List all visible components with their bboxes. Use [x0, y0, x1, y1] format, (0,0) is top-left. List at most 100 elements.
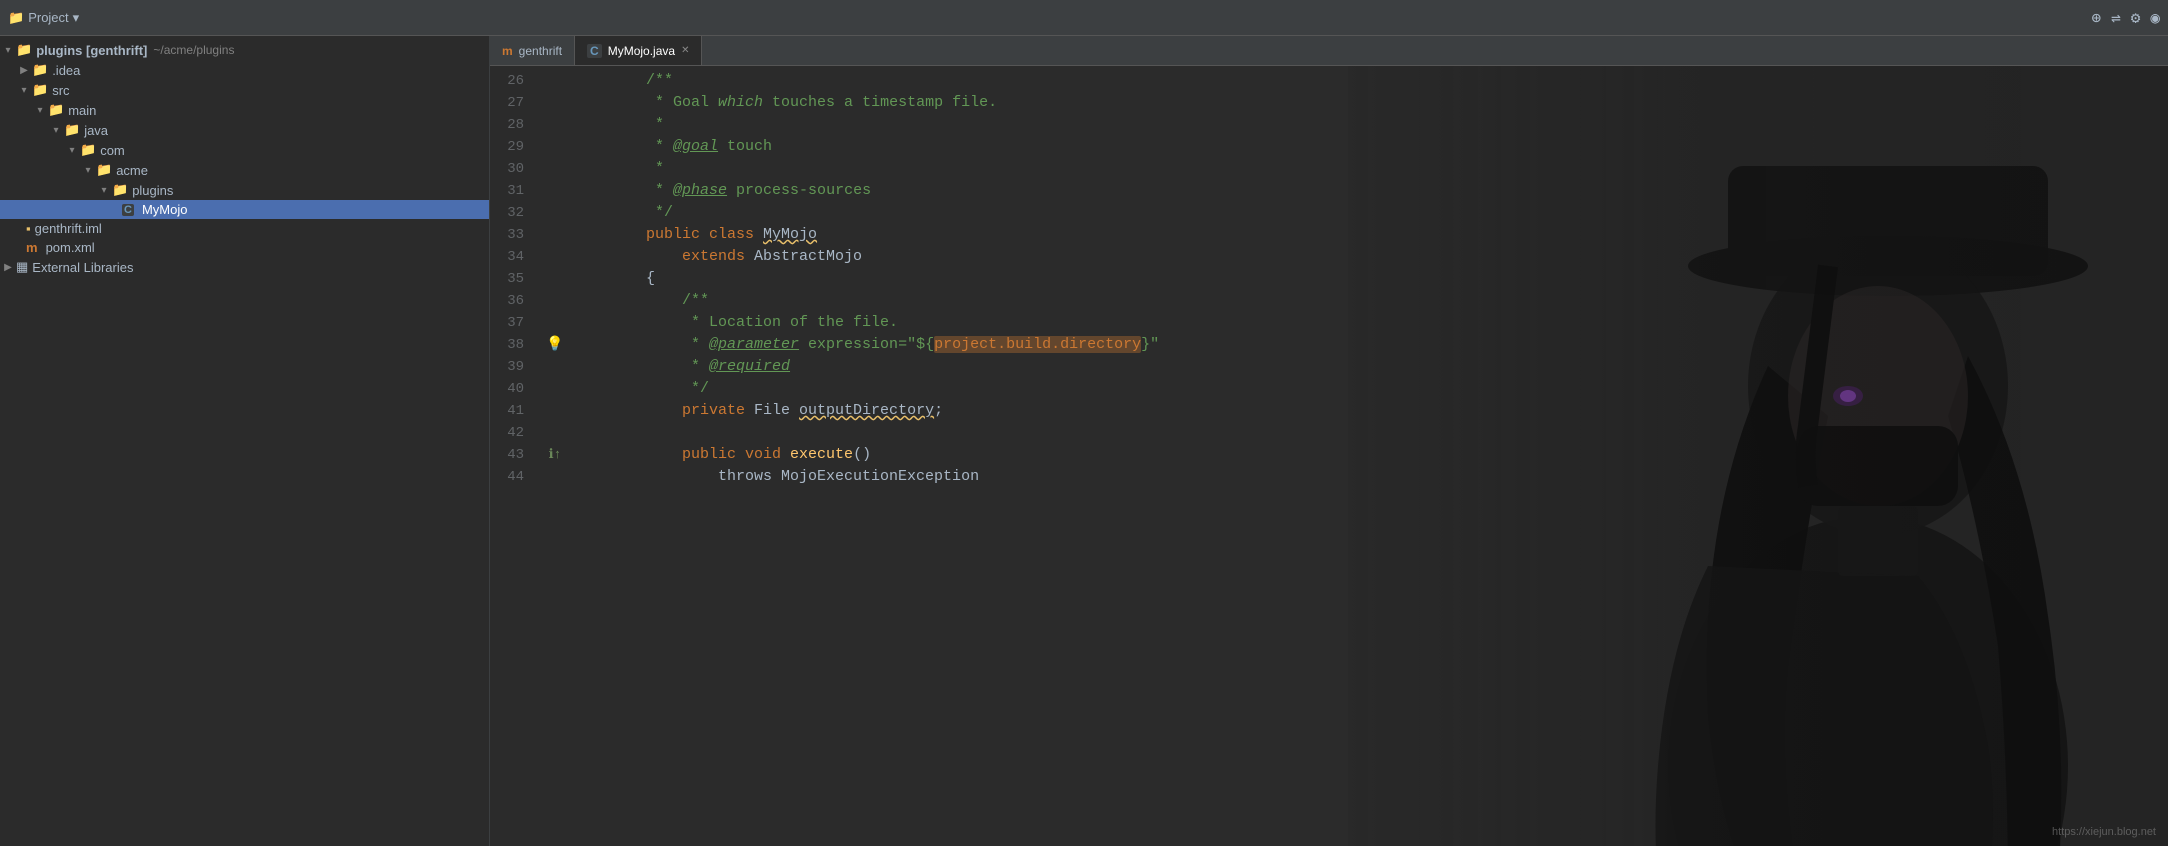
- line-content-38: * @parameter expression="${project.build…: [570, 334, 2168, 356]
- line-content-37: * Location of the file.: [570, 312, 2168, 334]
- tree-item-acme[interactable]: ▾ 📁 acme: [0, 160, 489, 180]
- folder-icon-src: 📁: [32, 82, 48, 98]
- code-line-36: 36 /**: [490, 290, 2168, 312]
- class-icon-mymojo: C: [122, 204, 134, 216]
- folder-icon-com: 📁: [80, 142, 96, 158]
- bulb-icon-38[interactable]: 💡: [546, 334, 563, 356]
- label-main: main: [68, 103, 96, 118]
- line-num-28: 28: [490, 114, 540, 136]
- line-num-35: 35: [490, 268, 540, 290]
- tree-item-ext-libs[interactable]: ▶ ▦ External Libraries: [0, 257, 489, 277]
- line-content-26: /**: [570, 70, 2168, 92]
- line-content-43: public void execute(): [570, 444, 2168, 466]
- code-line-27: 27 * Goal which touches a timestamp file…: [490, 92, 2168, 114]
- code-line-30: 30 *: [490, 158, 2168, 180]
- tree-item-java[interactable]: ▾ 📁 java: [0, 120, 489, 140]
- project-dropdown-icon[interactable]: ▾: [73, 10, 80, 26]
- code-line-40: 40 */: [490, 378, 2168, 400]
- folder-icon-idea: 📁: [32, 62, 48, 78]
- line-content-36: /**: [570, 290, 2168, 312]
- line-num-33: 33: [490, 224, 540, 246]
- arrow-acme: ▾: [80, 165, 96, 176]
- line-content-30: *: [570, 158, 2168, 180]
- code-line-29: 29 * @goal touch: [490, 136, 2168, 158]
- code-line-41: 41 private File outputDirectory;: [490, 400, 2168, 422]
- label-com: com: [100, 143, 125, 158]
- code-line-34: 34 extends AbstractMojo: [490, 246, 2168, 268]
- line-num-37: 37: [490, 312, 540, 334]
- code-line-37: 37 * Location of the file.: [490, 312, 2168, 334]
- tree-item-plugins-dir[interactable]: ▾ 📁 plugins: [0, 180, 489, 200]
- line-num-34: 34: [490, 246, 540, 268]
- code-line-42: 42: [490, 422, 2168, 444]
- label-ext-libs: External Libraries: [32, 260, 133, 275]
- label-plugins-dir: plugins: [132, 183, 173, 198]
- label-pom-xml: pom.xml: [46, 240, 95, 255]
- folder-icon-java: 📁: [64, 122, 80, 138]
- arrow-src: ▾: [16, 85, 32, 96]
- tab-label-mymojo: MyMojo.java: [608, 44, 675, 58]
- label-acme: acme: [116, 163, 148, 178]
- path-plugins: ~/acme/plugins: [153, 43, 234, 57]
- line-num-38: 38: [490, 334, 540, 356]
- icon-run[interactable]: ◉: [2150, 8, 2160, 28]
- label-plugins: plugins [genthrift]: [36, 43, 147, 58]
- watermark: https://xiejun.blog.net: [2052, 826, 2156, 838]
- tree-item-src[interactable]: ▾ 📁 src: [0, 80, 489, 100]
- code-editor[interactable]: 26 /** 27 * Goal which touches a timesta…: [490, 66, 2168, 846]
- arrow-main: ▾: [32, 105, 48, 116]
- line-content-32: */: [570, 202, 2168, 224]
- bars-icon: ▦: [16, 259, 28, 275]
- info-icon-43[interactable]: ℹ↑: [549, 444, 562, 466]
- tab-close-mymojo[interactable]: ✕: [681, 45, 689, 56]
- code-line-39: 39 * @required: [490, 356, 2168, 378]
- arrow-plugins: ▾: [0, 45, 16, 56]
- project-sidebar: ▾ 📁 plugins [genthrift] ~/acme/plugins ▶…: [0, 36, 490, 846]
- tree-item-genthrift-iml[interactable]: ▪ genthrift.iml: [0, 219, 489, 238]
- line-num-43: 43: [490, 444, 540, 466]
- tree-item-idea[interactable]: ▶ 📁 .idea: [0, 60, 489, 80]
- line-num-31: 31: [490, 180, 540, 202]
- code-line-43: 43 ℹ↑ public void execute(): [490, 444, 2168, 466]
- line-content-29: * @goal touch: [570, 136, 2168, 158]
- arrow-com: ▾: [64, 145, 80, 156]
- line-content-35: {: [570, 268, 2168, 290]
- folder-icon: 📁: [8, 10, 24, 26]
- code-content: 26 /** 27 * Goal which touches a timesta…: [490, 66, 2168, 492]
- line-num-40: 40: [490, 378, 540, 400]
- code-line-44: 44 throws MojoExecutionException: [490, 466, 2168, 488]
- icon-sync[interactable]: ⊕: [2091, 8, 2101, 28]
- tab-genthrift[interactable]: m genthrift: [490, 36, 575, 65]
- tab-icon-genthrift: m: [502, 44, 513, 58]
- main-layout: ▾ 📁 plugins [genthrift] ~/acme/plugins ▶…: [0, 36, 2168, 846]
- icon-settings[interactable]: ⚙: [2131, 8, 2141, 28]
- tree-item-plugins[interactable]: ▾ 📁 plugins [genthrift] ~/acme/plugins: [0, 40, 489, 60]
- pom-icon: m: [26, 240, 38, 255]
- line-num-29: 29: [490, 136, 540, 158]
- code-line-28: 28 *: [490, 114, 2168, 136]
- tree-item-pom-xml[interactable]: m pom.xml: [0, 238, 489, 257]
- top-bar: 📁 Project ▾ ⊕ ⇌ ⚙ ◉: [0, 0, 2168, 36]
- folder-icon-plugins-dir: 📁: [112, 182, 128, 198]
- tab-icon-mymojo: C: [587, 44, 602, 58]
- tree-item-com[interactable]: ▾ 📁 com: [0, 140, 489, 160]
- editor-area: m genthrift C MyMojo.java ✕: [490, 36, 2168, 846]
- code-line-31: 31 * @phase process-sources: [490, 180, 2168, 202]
- folder-icon-main: 📁: [48, 102, 64, 118]
- top-bar-icons: ⊕ ⇌ ⚙ ◉: [2091, 8, 2160, 28]
- tab-mymojo[interactable]: C MyMojo.java ✕: [575, 36, 702, 65]
- line-content-34: extends AbstractMojo: [570, 246, 2168, 268]
- line-num-26: 26: [490, 70, 540, 92]
- code-line-32: 32 */: [490, 202, 2168, 224]
- arrow-java: ▾: [48, 125, 64, 136]
- folder-icon-plugins: 📁: [16, 42, 32, 58]
- project-label[interactable]: 📁 Project ▾: [8, 10, 79, 26]
- icon-diff[interactable]: ⇌: [2111, 8, 2121, 28]
- tree-item-mymojo[interactable]: C MyMojo: [0, 200, 489, 219]
- arrow-idea: ▶: [16, 65, 32, 76]
- line-num-36: 36: [490, 290, 540, 312]
- line-content-39: * @required: [570, 356, 2168, 378]
- tree-item-main[interactable]: ▾ 📁 main: [0, 100, 489, 120]
- code-line-26: 26 /**: [490, 70, 2168, 92]
- label-mymojo: MyMojo: [142, 202, 188, 217]
